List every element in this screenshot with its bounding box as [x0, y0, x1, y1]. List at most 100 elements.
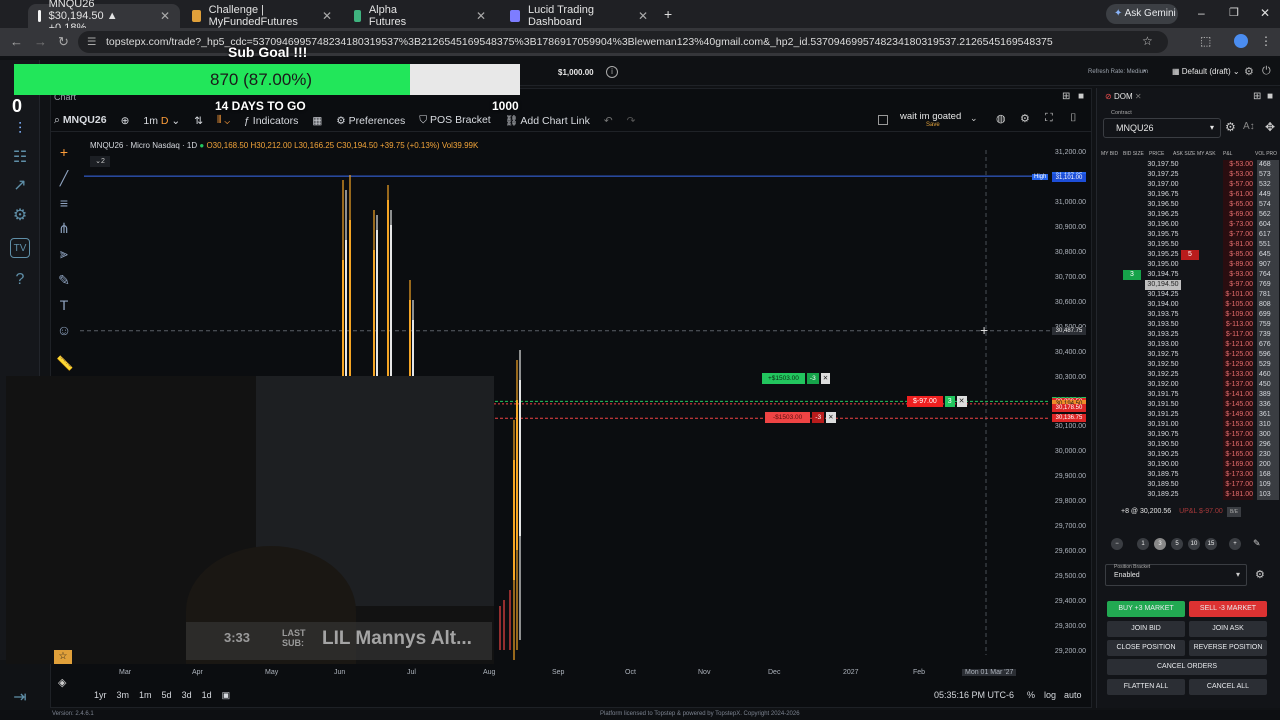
forward-icon[interactable]: → [34, 34, 47, 49]
dom-row[interactable]: 30,195.50 $-81.00 551 [1097, 240, 1280, 250]
dom-row[interactable]: 30,196.50 $-65.00 574 [1097, 200, 1280, 210]
reload-icon[interactable]: ↻ [58, 34, 69, 50]
add-symbol-icon[interactable]: ⊕ [121, 115, 130, 127]
dom-row[interactable]: 30,192.25 $-133.00 460 [1097, 370, 1280, 380]
tab-myfundedfutures[interactable]: Challenge | MyFundedFutures ✕ [182, 4, 342, 28]
layout-select[interactable]: ▦ Default (draft) ⌄ [1172, 67, 1240, 76]
layers-icon[interactable]: ◈ [58, 676, 66, 689]
range-3d[interactable]: 3d [182, 690, 192, 701]
logout-icon[interactable]: ⏻ [1262, 65, 1271, 78]
be-button[interactable]: B/E [1227, 507, 1241, 517]
add-chart-link-button[interactable]: ⛓ Add Chart Link [505, 114, 590, 127]
panel-expand-icon[interactable]: ⊞ [1253, 91, 1261, 102]
fib-icon[interactable]: ⫸ [56, 245, 72, 261]
range-3m[interactable]: 3m [117, 690, 130, 701]
ask-gemini-button[interactable]: ✦ Ask Gemini [1106, 4, 1178, 24]
trendline-icon[interactable]: ╱ [56, 170, 72, 186]
minimize-button[interactable]: – [1198, 6, 1205, 20]
close-icon[interactable]: ✕ [322, 9, 332, 23]
font-size-icon[interactable]: A↕ [1243, 121, 1255, 132]
qty-option[interactable]: 3 [1154, 538, 1166, 550]
hlines-icon[interactable]: ≡ [56, 195, 72, 211]
gear-icon[interactable]: ⚙ [1255, 568, 1265, 581]
panel-close-icon[interactable]: ■ [1078, 91, 1084, 102]
percent-toggle[interactable]: % [1027, 690, 1035, 700]
dom-row[interactable]: 30,190.75 $-157.00 300 [1097, 430, 1280, 440]
buy-market-button[interactable]: BUY +3 MARKET [1107, 601, 1185, 617]
fullscreen-icon[interactable]: ⛶ [1045, 112, 1053, 125]
layout-title[interactable]: wait im goated [900, 111, 961, 122]
tab-alpha-futures[interactable]: Alpha Futures ✕ [344, 4, 496, 28]
info-icon[interactable]: i [606, 66, 618, 78]
panel-close-icon[interactable]: ■ [1267, 91, 1273, 102]
edit-icon[interactable]: ✎ [1253, 538, 1261, 549]
close-icon[interactable]: ✕ [826, 412, 836, 423]
logout-side-icon[interactable]: ⇥ [10, 688, 30, 708]
close-position-button[interactable]: CLOSE POSITION [1107, 640, 1185, 656]
close-window-button[interactable]: ✕ [1260, 6, 1270, 20]
undo-icon[interactable]: ↶ [604, 115, 613, 127]
dom-row[interactable]: 30,197.50 $-53.00 468 [1097, 160, 1280, 170]
dom-row[interactable]: 30,196.00 $-73.00 604 [1097, 220, 1280, 230]
dom-row[interactable]: 30,191.50 $-145.00 336 [1097, 400, 1280, 410]
move-icon[interactable]: ✥ [1265, 120, 1275, 134]
star-icon[interactable]: ☆ [54, 650, 72, 664]
dom-row[interactable]: 30,193.50 $-113.00 759 [1097, 320, 1280, 330]
new-tab-button[interactable]: + [664, 6, 672, 22]
decrease-qty-button[interactable]: − [1111, 538, 1123, 550]
dom-row[interactable]: 30,189.75 $-173.00 168 [1097, 470, 1280, 480]
gear-icon[interactable]: ⚙ [10, 206, 30, 226]
dom-row[interactable]: 30,197.25 $-53.00 573 [1097, 170, 1280, 180]
range-1yr[interactable]: 1yr [94, 690, 107, 701]
emoji-icon[interactable]: ☺ [56, 322, 72, 338]
stop-loss-order[interactable]: -$1503.00 -3 ✕ [765, 412, 836, 423]
position-marker[interactable]: $-97.00 3 ✕ [907, 396, 967, 407]
maximize-button[interactable]: ❐ [1229, 6, 1239, 19]
position-bracket-select[interactable]: Position Bracket Enabled ▾ [1105, 564, 1247, 586]
panel-expand-icon[interactable]: ⊞ [1062, 91, 1070, 102]
qty-option[interactable]: 5 [1171, 538, 1183, 550]
dom-row[interactable]: 30,191.00 $-153.00 310 [1097, 420, 1280, 430]
qty-option[interactable]: 1 [1137, 538, 1149, 550]
contract-select[interactable]: MNQU26 ▾ [1103, 118, 1221, 138]
people-icon[interactable]: ☷ [10, 148, 30, 168]
range-1d[interactable]: 1d [202, 690, 212, 701]
ruler-icon[interactable]: 📏 [56, 355, 73, 371]
redo-icon[interactable]: ↷ [627, 115, 636, 127]
dom-row[interactable]: 30,194.50 $-97.00 769 [1097, 280, 1280, 290]
gear-icon[interactable]: ⚙ [1225, 120, 1236, 134]
layout-save-label[interactable]: Save [926, 122, 940, 128]
templates-icon[interactable]: ▦ [312, 115, 322, 127]
close-icon[interactable]: ✕ [956, 396, 967, 407]
close-icon[interactable]: ✕ [476, 9, 486, 23]
cancel-all-button[interactable]: CANCEL ALL [1189, 679, 1267, 695]
dom-row[interactable]: 30,190.50 $-161.00 296 [1097, 440, 1280, 450]
dom-row[interactable]: 30,191.25 $-149.00 361 [1097, 410, 1280, 420]
settings-icon[interactable]: ⚙ [1244, 65, 1254, 78]
dom-row[interactable]: 30,193.75 $-109.00 699 [1097, 310, 1280, 320]
dom-row[interactable]: 30,197.00 $-57.00 532 [1097, 180, 1280, 190]
back-icon[interactable]: ← [10, 34, 23, 49]
dom-ladder[interactable]: 30,197.50 $-53.00 468 30,197.25 $-53.00 573 30… [1097, 160, 1280, 504]
tab-lucid[interactable]: Lucid Trading Dashboard ✕ [500, 4, 658, 28]
camera-icon[interactable]: ⌷ [1070, 112, 1077, 125]
auto-toggle[interactable]: auto [1064, 690, 1082, 700]
flatten-all-button[interactable]: FLATTEN ALL [1107, 679, 1185, 695]
dom-row[interactable]: 30,195.25 5 $-85.00 645 [1097, 250, 1280, 260]
range-5d[interactable]: 5d [162, 690, 172, 701]
chevron-down-icon[interactable]: ⌄ [970, 113, 978, 124]
alert-icon[interactable]: ◍ [996, 112, 1006, 125]
pos-bracket-button[interactable]: ⛉ POS Bracket [419, 114, 491, 127]
layout-checkbox[interactable] [878, 115, 888, 125]
dom-row[interactable]: 30,190.25 $-165.00 230 [1097, 450, 1280, 460]
help-icon[interactable]: ? [10, 270, 30, 290]
compare-icon[interactable]: ⇅ [194, 115, 203, 127]
brush-icon[interactable]: ✎ [56, 272, 72, 288]
dom-row[interactable]: 30,192.00 $-137.00 450 [1097, 380, 1280, 390]
dom-row[interactable]: 30,193.00 $-121.00 676 [1097, 340, 1280, 350]
menu-icon[interactable]: ⋮ [1260, 34, 1272, 48]
preferences-button[interactable]: ⚙ Preferences [336, 115, 405, 127]
chart-settings-icon[interactable]: ⚙ [1020, 112, 1030, 125]
reverse-position-button[interactable]: REVERSE POSITION [1189, 640, 1267, 656]
qty-option[interactable]: 15 [1205, 538, 1217, 550]
